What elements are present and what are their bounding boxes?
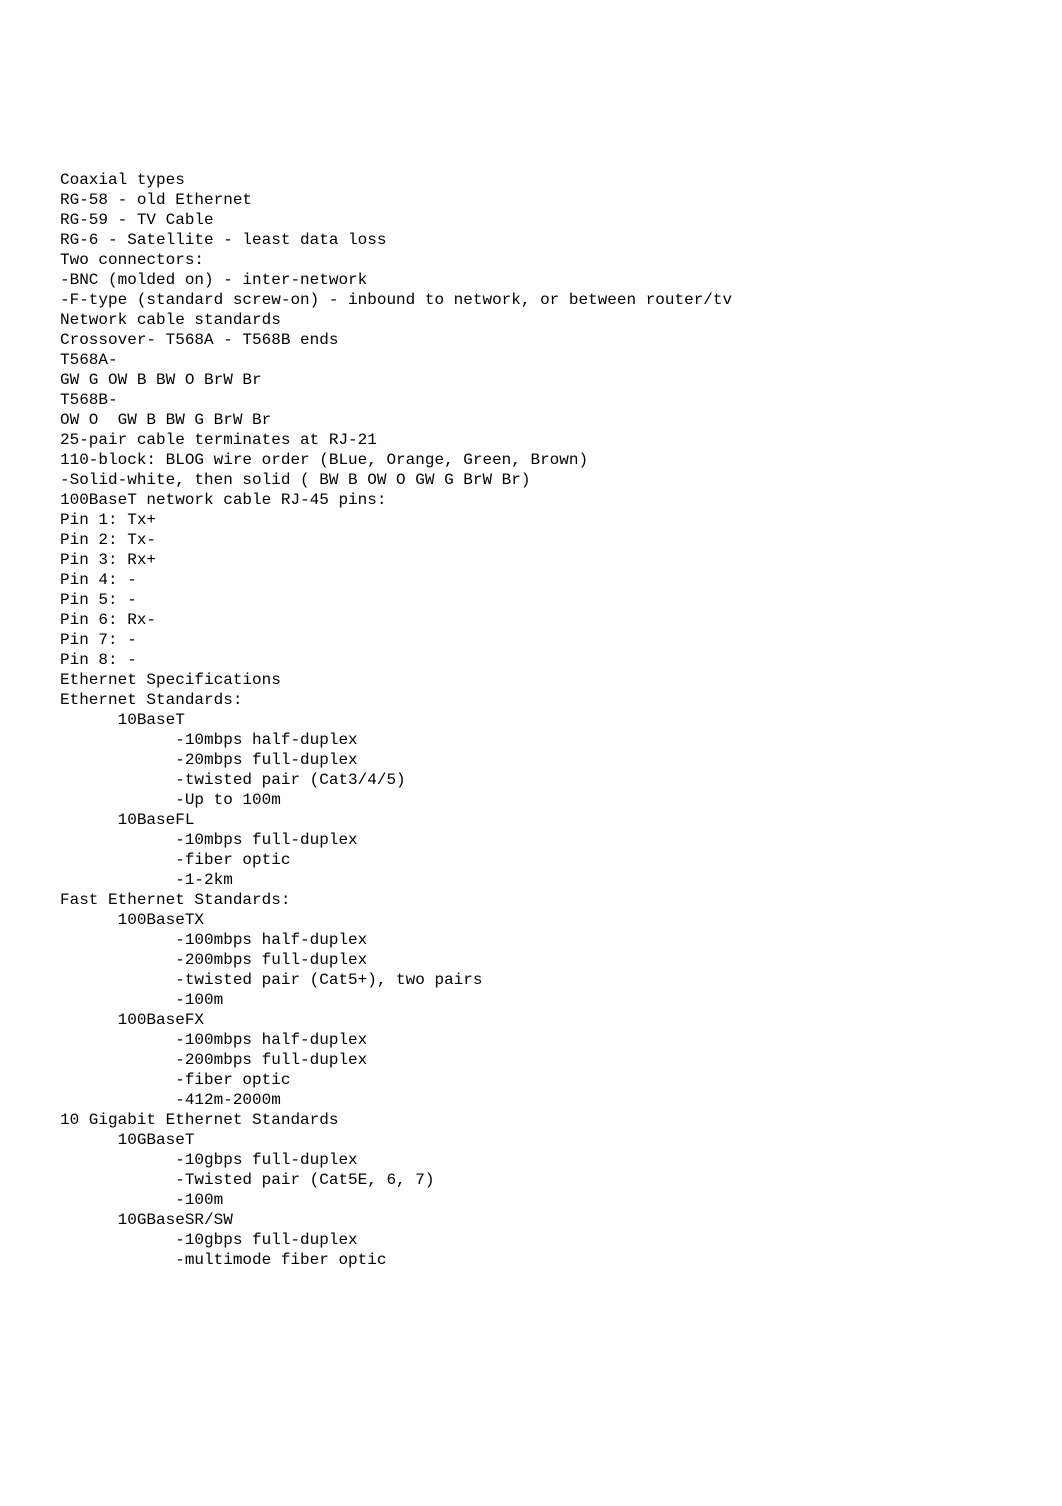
text-line: 25-pair cable terminates at RJ-21 — [60, 430, 1002, 450]
text-line: -1-2km — [60, 870, 1002, 890]
text-line: 10GBaseSR/SW — [60, 1210, 1002, 1230]
text-line: Pin 7: - — [60, 630, 1002, 650]
text-line: -Up to 100m — [60, 790, 1002, 810]
text-line: -twisted pair (Cat5+), two pairs — [60, 970, 1002, 990]
text-line: 100BaseT network cable RJ-45 pins: — [60, 490, 1002, 510]
text-line: Pin 8: - — [60, 650, 1002, 670]
text-line: -F-type (standard screw-on) - inbound to… — [60, 290, 1002, 310]
text-line: 10GBaseT — [60, 1130, 1002, 1150]
text-line: T568B- — [60, 390, 1002, 410]
text-line: -fiber optic — [60, 850, 1002, 870]
text-line: -200mbps full-duplex — [60, 950, 1002, 970]
text-line: Pin 2: Tx- — [60, 530, 1002, 550]
text-line: -412m-2000m — [60, 1090, 1002, 1110]
text-line: RG-6 - Satellite - least data loss — [60, 230, 1002, 250]
text-line: 10BaseT — [60, 710, 1002, 730]
text-line: -100mbps half-duplex — [60, 1030, 1002, 1050]
text-line: Pin 6: Rx- — [60, 610, 1002, 630]
text-line: -Solid-white, then solid ( BW B OW O GW … — [60, 470, 1002, 490]
text-line: 100BaseTX — [60, 910, 1002, 930]
text-line: -100m — [60, 990, 1002, 1010]
text-line: 10BaseFL — [60, 810, 1002, 830]
text-line: 110-block: BLOG wire order (BLue, Orange… — [60, 450, 1002, 470]
text-line: RG-59 - TV Cable — [60, 210, 1002, 230]
document-body: Coaxial typesRG-58 - old EthernetRG-59 -… — [60, 170, 1002, 1270]
text-line: -fiber optic — [60, 1070, 1002, 1090]
text-line: -10mbps full-duplex — [60, 830, 1002, 850]
text-line: Pin 3: Rx+ — [60, 550, 1002, 570]
text-line: -10mbps half-duplex — [60, 730, 1002, 750]
text-line: T568A- — [60, 350, 1002, 370]
text-line: Pin 4: - — [60, 570, 1002, 590]
text-line: -twisted pair (Cat3/4/5) — [60, 770, 1002, 790]
text-line: Network cable standards — [60, 310, 1002, 330]
text-line: -BNC (molded on) - inter-network — [60, 270, 1002, 290]
text-line: -20mbps full-duplex — [60, 750, 1002, 770]
text-line: Two connectors: — [60, 250, 1002, 270]
text-line: RG-58 - old Ethernet — [60, 190, 1002, 210]
text-line: Crossover- T568A - T568B ends — [60, 330, 1002, 350]
text-line: -200mbps full-duplex — [60, 1050, 1002, 1070]
text-line: Ethernet Specifications — [60, 670, 1002, 690]
text-line: 100BaseFX — [60, 1010, 1002, 1030]
text-line: -100m — [60, 1190, 1002, 1210]
text-line: Ethernet Standards: — [60, 690, 1002, 710]
text-line: Fast Ethernet Standards: — [60, 890, 1002, 910]
text-line: Pin 5: - — [60, 590, 1002, 610]
text-line: -100mbps half-duplex — [60, 930, 1002, 950]
text-line: -multimode fiber optic — [60, 1250, 1002, 1270]
text-line: GW G OW B BW O BrW Br — [60, 370, 1002, 390]
text-line: Pin 1: Tx+ — [60, 510, 1002, 530]
text-line: Coaxial types — [60, 170, 1002, 190]
text-line: 10 Gigabit Ethernet Standards — [60, 1110, 1002, 1130]
text-line: -10gbps full-duplex — [60, 1150, 1002, 1170]
text-line: -Twisted pair (Cat5E, 6, 7) — [60, 1170, 1002, 1190]
text-line: OW O GW B BW G BrW Br — [60, 410, 1002, 430]
text-line: -10gbps full-duplex — [60, 1230, 1002, 1250]
